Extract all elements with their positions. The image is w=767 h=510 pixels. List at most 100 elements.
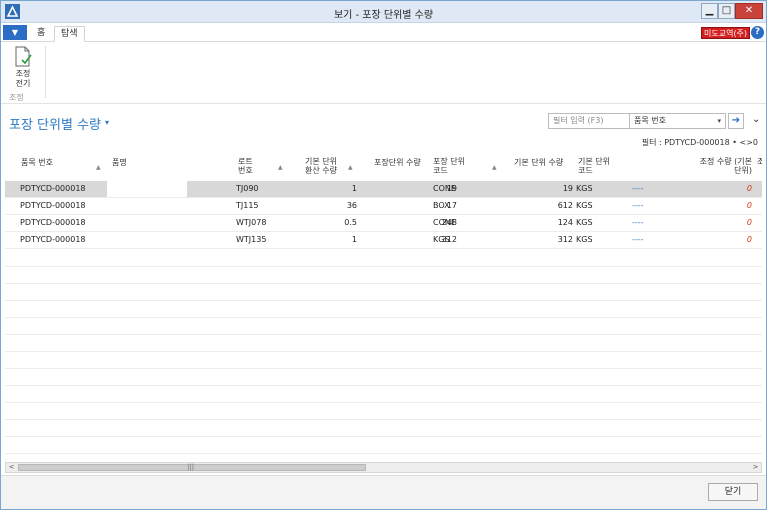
grid-empty-line [5,283,762,284]
col-header-item-no[interactable]: 품목 번호 [21,158,53,167]
filter-input[interactable]: 필터 입력 (F3) [548,113,630,129]
close-window-button[interactable]: ✕ [735,3,763,19]
grid-empty-line [5,300,762,301]
filter-summary[interactable]: 필터 : PDTYCD-000018 • <>0 [642,137,758,148]
data-grid: 품목 번호 ▲ 품명 로트 번호 ▲ 기본 단위 환산 수량 ▲ 포장단위 수량… [5,151,762,461]
grid-empty-line [5,402,762,403]
col-header-conv-line-1[interactable]: 기본 단위 [305,157,337,166]
cell-description[interactable] [107,215,187,231]
filter-field-select[interactable]: 품목 번호 ▾ [630,113,726,129]
post-adjustment-button[interactable]: 조정 전기 [7,46,39,88]
post-adjustment-label-1: 조정 [15,69,31,78]
col-header-lot-line-1[interactable]: 로트 [238,157,253,166]
grid-empty-line [5,351,762,352]
close-button[interactable]: 닫기 [708,483,758,501]
table-row[interactable]: PDTYCD-000018 WTJ078 0.5 248 CONE 124 KG… [5,215,762,232]
help-icon[interactable]: ? [751,26,764,39]
cell-lot: TJ090 [236,184,259,193]
col-header-lot-line-2[interactable]: 번호 [238,166,253,175]
cell-pkg-code: CONE [433,218,456,227]
grid-empty-line [5,317,762,318]
tab-navigate[interactable]: 탐색 [54,26,85,42]
cell-base-qty: 612 [557,201,573,210]
maximize-button[interactable]: □ [718,3,735,19]
grid-empty-line [5,419,762,420]
scroll-right-arrow-icon[interactable]: > [750,463,761,472]
col-header-description[interactable]: 품명 [112,158,127,167]
title-bar[interactable]: 보기 - 포장 단위별 수량 ▁ □ ✕ [1,1,766,23]
cell-conv: 1 [351,235,357,244]
col-header-overflow[interactable]: 조 [757,157,762,166]
scrollbar-grip-icon: ||| [187,463,195,471]
sort-indicator-icon: ▲ [96,164,101,171]
cell-item-no: PDTYCD-000018 [20,235,86,244]
company-badge[interactable]: 미도교역(주) [701,27,751,39]
cell-adj-qty[interactable]: 0 [705,235,752,244]
dialog-window: 보기 - 포장 단위별 수량 ▁ □ ✕ ▼ 홈 탐색 미도교역(주) ? 조정… [0,0,767,510]
cell-item-no: PDTYCD-000018 [20,218,86,227]
chevron-down-icon[interactable]: ▾ [105,118,109,127]
cell-base-code: KGS [576,184,593,193]
filter-field-value: 품목 번호 [634,116,666,125]
grid-empty-line [5,266,762,267]
maximize-icon: □ [721,5,732,16]
grid-empty-line [5,385,762,386]
cell-pkg-code: BOX [433,201,450,210]
horizontal-scrollbar[interactable]: < ||| > [5,462,762,473]
cell-lot: WTJ135 [236,235,267,244]
cell-link-dash[interactable]: ---- [632,218,652,227]
cell-link-dash[interactable]: ---- [632,201,652,210]
col-header-base-code-line-2[interactable]: 코드 [578,166,593,175]
page-title[interactable]: 포장 단위별 수량 [9,114,101,133]
collapse-chevron-icon[interactable]: ⌄ [752,114,760,125]
cell-lot: WTJ078 [236,218,267,227]
dropdown-arrow-icon: ▾ [717,117,721,125]
col-header-pkg-code-line-2[interactable]: 코드 [433,166,448,175]
grid-empty-line [5,453,762,454]
sort-indicator-icon: ▲ [278,164,283,171]
cell-base-qty: 124 [557,218,573,227]
cell-description[interactable] [107,198,187,214]
grid-header: 품목 번호 ▲ 품명 로트 번호 ▲ 기본 단위 환산 수량 ▲ 포장단위 수량… [5,151,762,181]
file-menu-button[interactable]: ▼ [3,25,27,40]
grid-empty-line [5,436,762,437]
table-row[interactable]: PDTYCD-000018 TJ115 36 17 BOX 612 KGS --… [5,198,762,215]
cell-base-code: KGS [576,235,593,244]
cell-lot: TJ115 [236,201,259,210]
cell-conv: 0.5 [344,218,357,227]
col-header-adj-qty-line-2[interactable]: 단위) [685,166,752,175]
grid-empty-line [5,368,762,369]
grid-empty-line [5,334,762,335]
col-header-pkg-code-line-1[interactable]: 포장 단위 [433,157,465,166]
ribbon-panel: 조정 전기 조정 [1,42,766,104]
cell-link-dash[interactable]: ---- [632,235,652,244]
sort-indicator-icon: ▲ [348,164,353,171]
apply-filter-arrow-icon[interactable]: ➔ [728,113,744,129]
col-header-adj-qty-line-1[interactable]: 조정 수량 (기본 [685,157,752,166]
window-title: 보기 - 포장 단위별 수량 [333,10,434,21]
close-icon: ✕ [744,5,754,16]
cell-base-qty: 312 [557,235,573,244]
cell-conv: 36 [346,201,357,210]
cell-adj-qty[interactable]: 0 [705,184,752,193]
col-header-pkg-qty[interactable]: 포장단위 수량 [374,158,421,167]
scrollbar-thumb[interactable]: ||| [18,463,366,471]
cell-base-qty: 19 [562,184,573,193]
minimize-icon: ▁ [705,5,714,16]
cell-pkg-code: CONE [433,184,456,193]
cell-adj-qty[interactable]: 0 [705,201,752,210]
cell-pkg-code: KGS [433,235,450,244]
col-header-base-qty[interactable]: 기본 단위 수량 [514,158,563,167]
cell-description[interactable] [107,232,187,248]
cell-adj-qty[interactable]: 0 [705,218,752,227]
cell-description[interactable] [107,181,187,197]
col-header-conv-line-2[interactable]: 환산 수량 [305,166,337,175]
cell-link-dash[interactable]: ---- [632,184,652,193]
table-row[interactable]: PDTYCD-000018 WTJ135 1 312 KGS 312 KGS -… [5,232,762,249]
tab-home[interactable]: 홈 [31,26,51,42]
minimize-button[interactable]: ▁ [701,3,718,19]
col-header-base-code-line-1[interactable]: 기본 단위 [578,157,610,166]
scroll-left-arrow-icon[interactable]: < [6,463,17,472]
table-row[interactable]: PDTYCD-000018 TJ090 1 19 CONE 19 KGS ---… [5,181,762,198]
cell-conv: 1 [351,184,357,193]
